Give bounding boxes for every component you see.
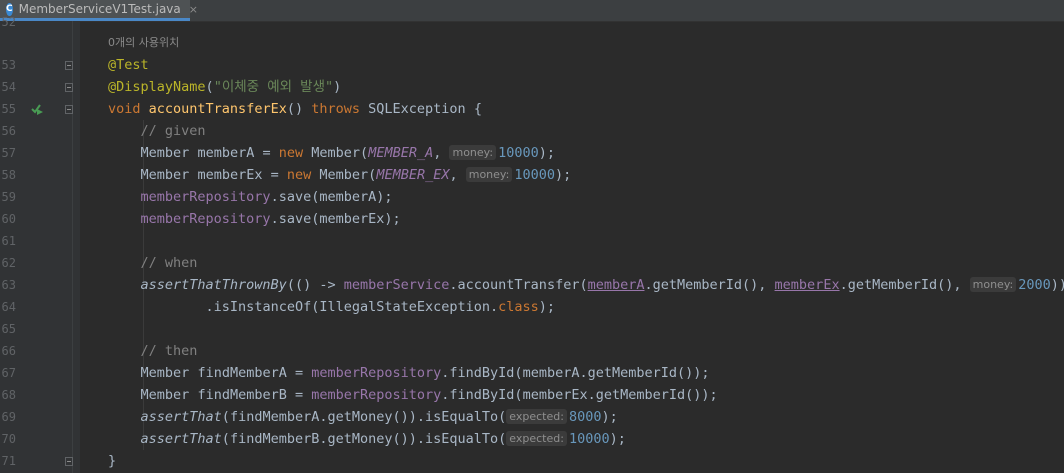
code-line: assertThat(findMemberA.getMoney()).isEqu… <box>140 409 618 425</box>
code-line: // then <box>140 343 198 359</box>
line-number: 55 <box>1 102 16 116</box>
line-number: 59 <box>1 190 16 204</box>
usages-hint[interactable]: 0개의 사용위치 <box>108 32 179 54</box>
code-line: @DisplayName("이체중 예외 발생") <box>108 79 342 95</box>
tab-member-service-v1-test[interactable]: C MemberServiceV1Test.java × <box>0 0 198 21</box>
parameter-hint: money: <box>465 167 513 182</box>
fold-marker[interactable] <box>65 457 73 466</box>
code-line: Member findMemberA = memberRepository.fi… <box>140 365 710 381</box>
code-line: Member findMemberB = memberRepository.fi… <box>140 387 718 403</box>
line-number: 60 <box>1 212 16 226</box>
line-number: 63 <box>1 278 16 292</box>
line-number: 54 <box>1 80 16 94</box>
line-number: 67 <box>1 366 16 380</box>
run-test-icon[interactable] <box>30 102 44 116</box>
line-number: 69 <box>1 410 16 424</box>
close-icon[interactable]: × <box>189 3 198 16</box>
code-line: assertThatThrownBy(() -> memberService.a… <box>140 277 1064 293</box>
code-line: assertThat(findMemberB.getMoney()).isEqu… <box>140 431 626 447</box>
line-number: 65 <box>1 322 16 336</box>
line-number: 53 <box>1 58 16 72</box>
line-number: 70 <box>1 432 16 446</box>
line-number: 64 <box>1 300 16 314</box>
editor-tab-bar: C MemberServiceV1Test.java × <box>0 0 1064 22</box>
line-number: 56 <box>1 124 16 138</box>
line-number: 71 <box>1 454 16 468</box>
parameter-hint: money: <box>969 277 1017 292</box>
line-number: 57 <box>1 146 16 160</box>
fold-marker[interactable] <box>65 83 73 92</box>
code-line: // when <box>140 255 198 271</box>
tab-title: MemberServiceV1Test.java <box>18 2 181 16</box>
parameter-hint: money: <box>449 145 497 160</box>
code-line: memberRepository.save(memberA); <box>140 189 393 205</box>
code-line: memberRepository.save(memberEx); <box>140 211 401 227</box>
line-number: 66 <box>1 344 16 358</box>
line-number: 61 <box>1 234 16 248</box>
code-line: // given <box>140 123 206 139</box>
fold-marker[interactable] <box>65 61 73 70</box>
code-line: .isInstanceOf(IllegalStateException.clas… <box>205 299 556 315</box>
fold-marker[interactable] <box>65 105 73 114</box>
parameter-hint: expected: <box>506 409 567 424</box>
code-line: Member memberEx = new Member(MEMBER_EX, … <box>140 167 572 183</box>
code-line: Member memberA = new Member(MEMBER_A, mo… <box>140 145 555 161</box>
parameter-hint: expected: <box>506 431 567 446</box>
line-number: 62 <box>1 256 16 270</box>
code-line: @Test <box>108 57 149 73</box>
code-line: void accountTransferEx() throws SQLExcep… <box>108 101 482 117</box>
line-number: 68 <box>1 388 16 402</box>
line-number: 52 <box>1 15 16 29</box>
line-number: 58 <box>1 168 16 182</box>
code-line: } <box>108 453 117 469</box>
